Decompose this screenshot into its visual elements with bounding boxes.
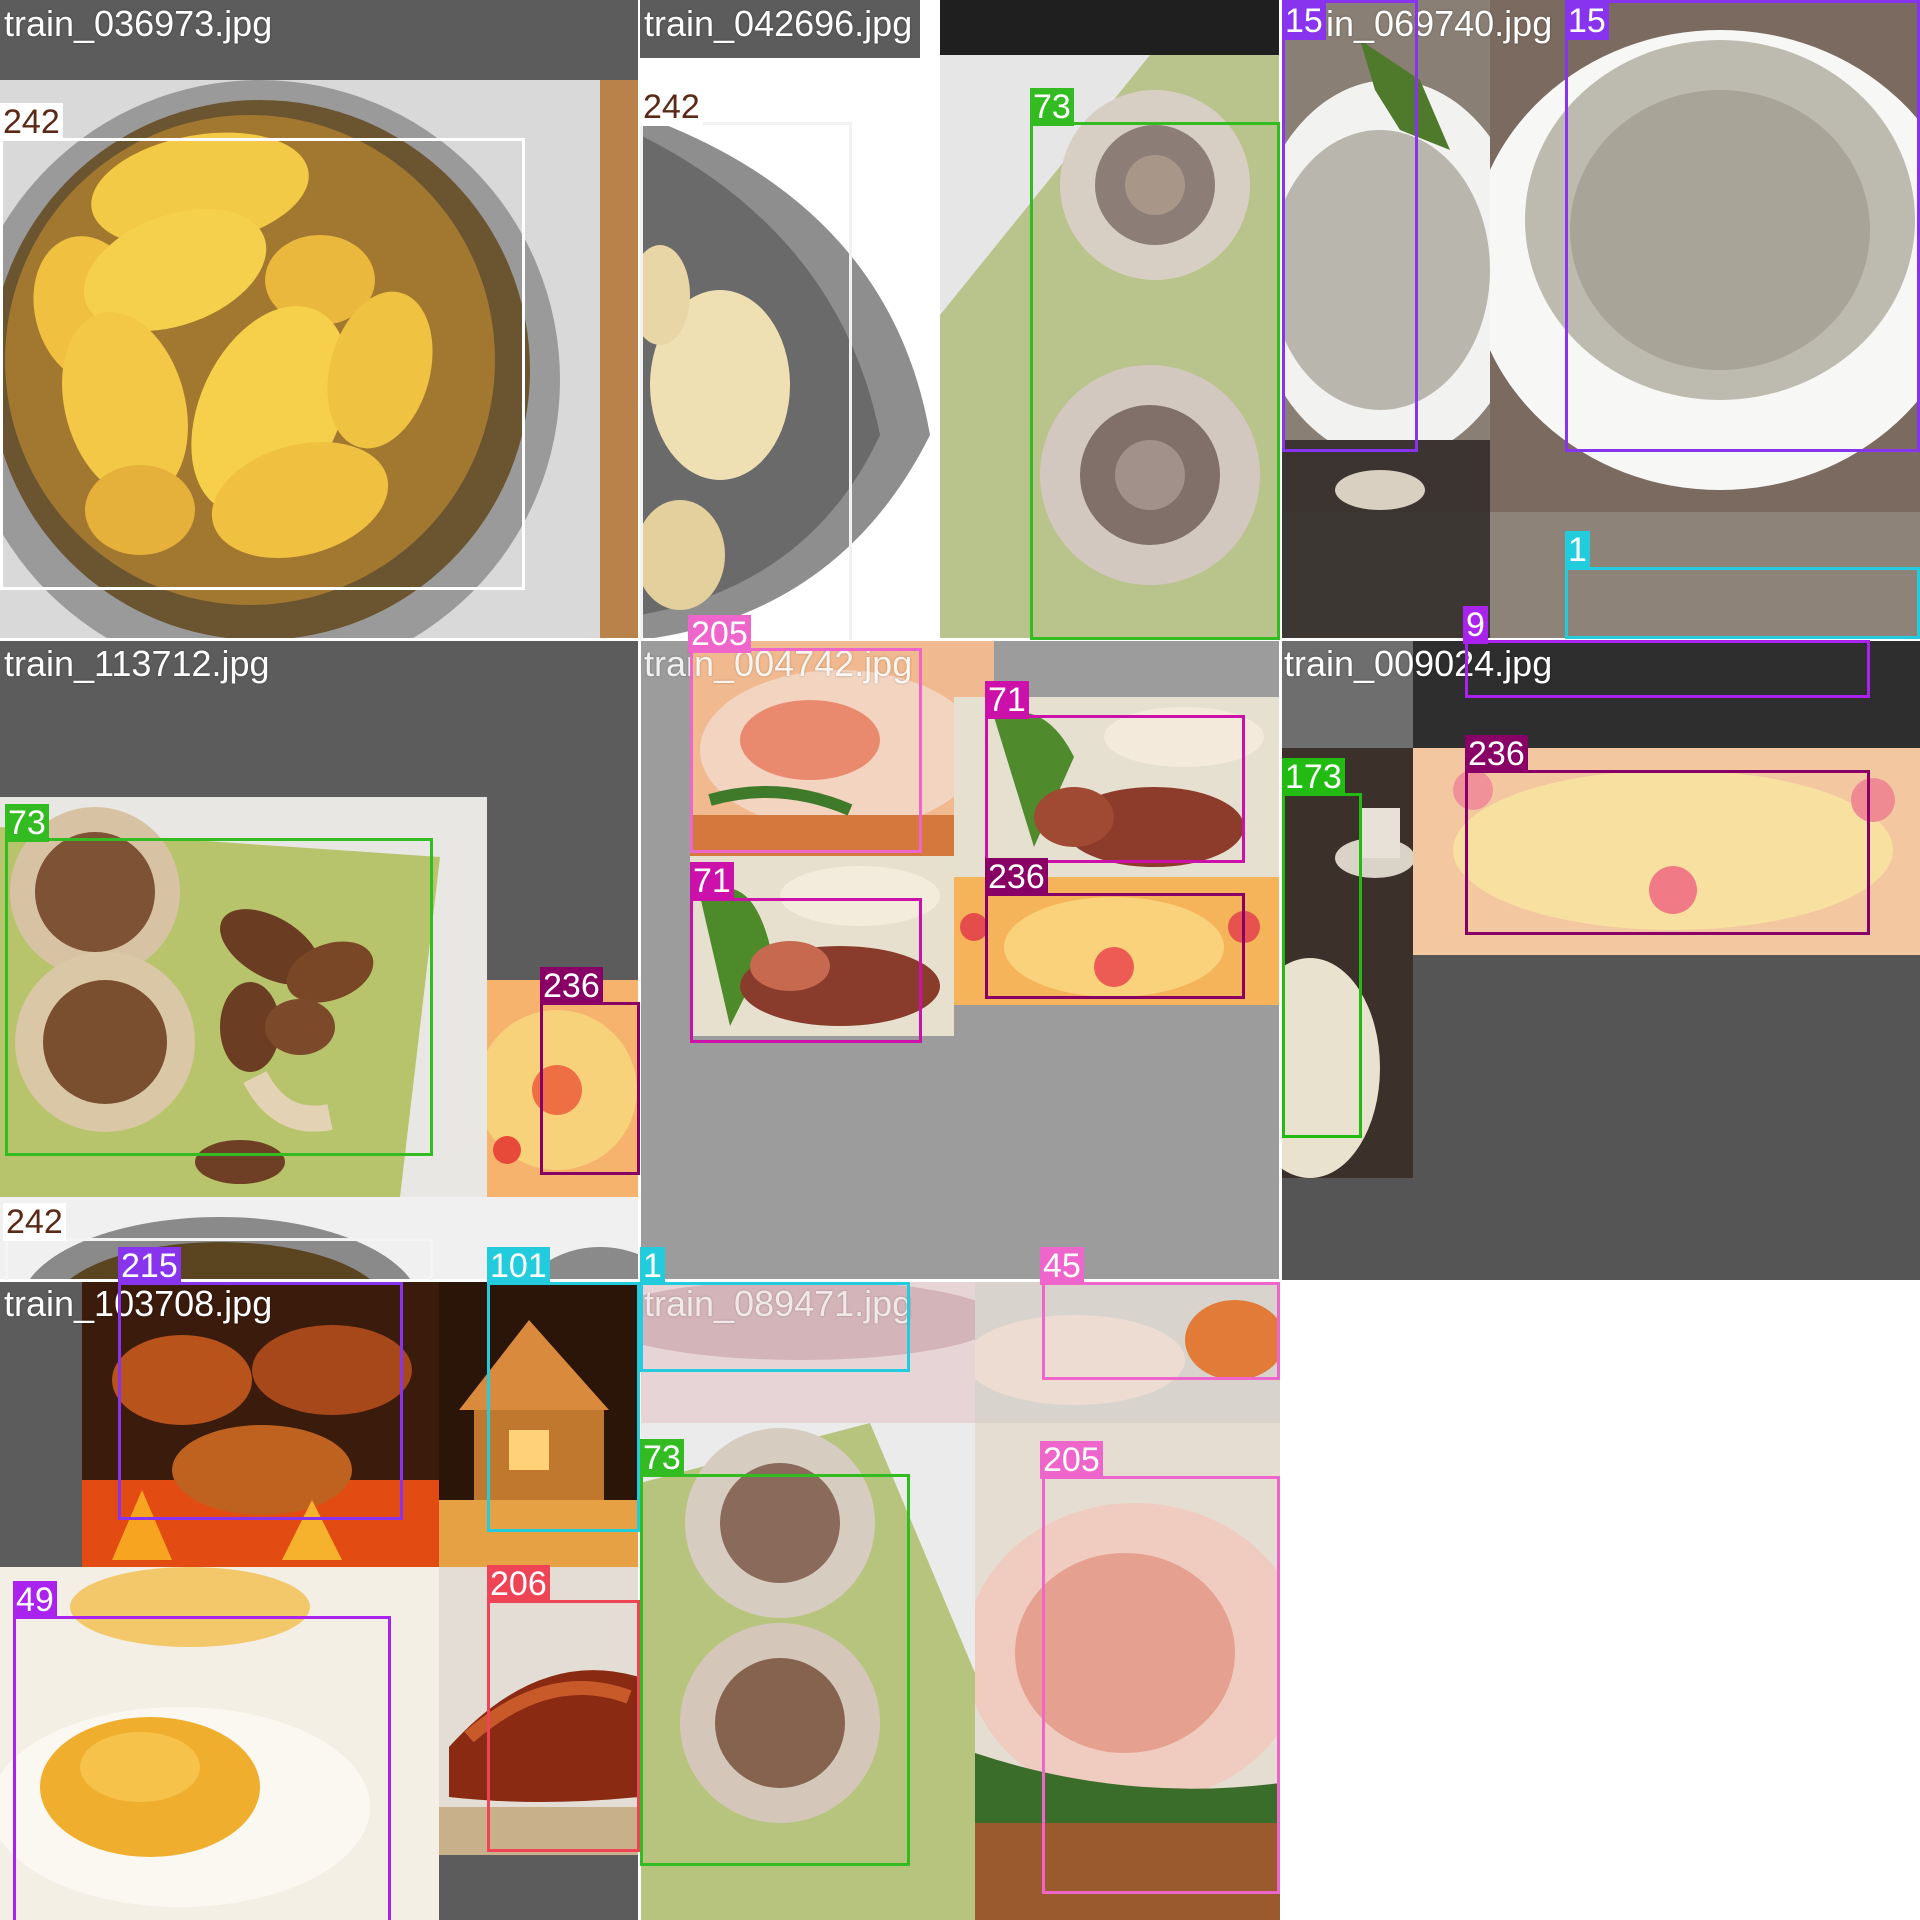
bbox-class-15 — [1282, 0, 1418, 452]
bbox-class-49 — [13, 1616, 391, 1920]
bbox-label: 1 — [640, 1247, 665, 1285]
bbox-label: 205 — [1040, 1441, 1103, 1479]
bbox-label: 9 — [1463, 606, 1488, 644]
bbox-label: 15 — [1565, 2, 1609, 40]
tile-filename: train_113712.jpg — [4, 643, 270, 684]
bbox-class-215 — [118, 1282, 403, 1520]
bbox-class-45 — [1042, 1282, 1280, 1380]
bbox-label: 101 — [487, 1247, 550, 1285]
tile-header-band — [940, 0, 1280, 55]
bbox-class-73 — [1030, 122, 1280, 640]
bbox-class-236 — [985, 893, 1245, 999]
tile-lower-strip — [1280, 512, 1490, 640]
bbox-label: 242 — [3, 1203, 66, 1241]
bbox-label: 49 — [13, 1581, 57, 1619]
detection-mosaic-grid: train_036973.jpg 242 train_042696.jpg 24… — [0, 0, 1920, 1920]
bbox-class-236 — [1465, 770, 1870, 935]
bbox-label: 73 — [1030, 88, 1074, 126]
tile-filename: train_042696.jpg — [640, 0, 921, 58]
bbox-class-15 — [1565, 0, 1920, 452]
bbox-label: 242 — [640, 88, 703, 126]
bbox-label: 71 — [985, 681, 1029, 719]
bbox-class-242 — [5, 1238, 433, 1280]
bbox-label: 15 — [1282, 2, 1326, 40]
bbox-label: 242 — [0, 103, 63, 141]
bbox-class-242 — [640, 122, 852, 640]
tile-filename: train_036973.jpg — [4, 3, 273, 44]
bbox-label: 236 — [985, 858, 1048, 896]
bbox-label: 205 — [688, 615, 751, 653]
bbox-class-71 — [985, 715, 1245, 863]
bbox-class-101 — [487, 1282, 640, 1532]
bbox-class-242 — [0, 138, 525, 590]
bbox-label: 1 — [1565, 531, 1590, 569]
bbox-class-206 — [487, 1600, 640, 1852]
bbox-label: 71 — [690, 862, 734, 900]
bbox-class-9 — [1465, 640, 1870, 698]
mosaic-tile-6: train_009024.jpg — [1280, 640, 1920, 1280]
bbox-label: 73 — [5, 804, 49, 842]
bbox-class-1 — [1565, 567, 1920, 639]
bbox-label: 173 — [1282, 758, 1345, 796]
bbox-class-173 — [1282, 793, 1362, 1138]
bbox-label: 73 — [640, 1439, 684, 1477]
bbox-class-71 — [690, 898, 922, 1043]
bbox-class-73 — [5, 838, 433, 1156]
bbox-label: 45 — [1040, 1247, 1084, 1285]
bbox-class-1 — [640, 1282, 910, 1372]
bbox-label: 215 — [118, 1247, 181, 1285]
bbox-class-205 — [1042, 1476, 1280, 1894]
bbox-class-205 — [690, 648, 922, 853]
bbox-class-73 — [640, 1474, 910, 1866]
bbox-class-236 — [540, 1002, 640, 1175]
bbox-label: 236 — [540, 967, 603, 1005]
bbox-label: 236 — [1465, 735, 1528, 773]
bbox-label: 206 — [487, 1565, 550, 1603]
